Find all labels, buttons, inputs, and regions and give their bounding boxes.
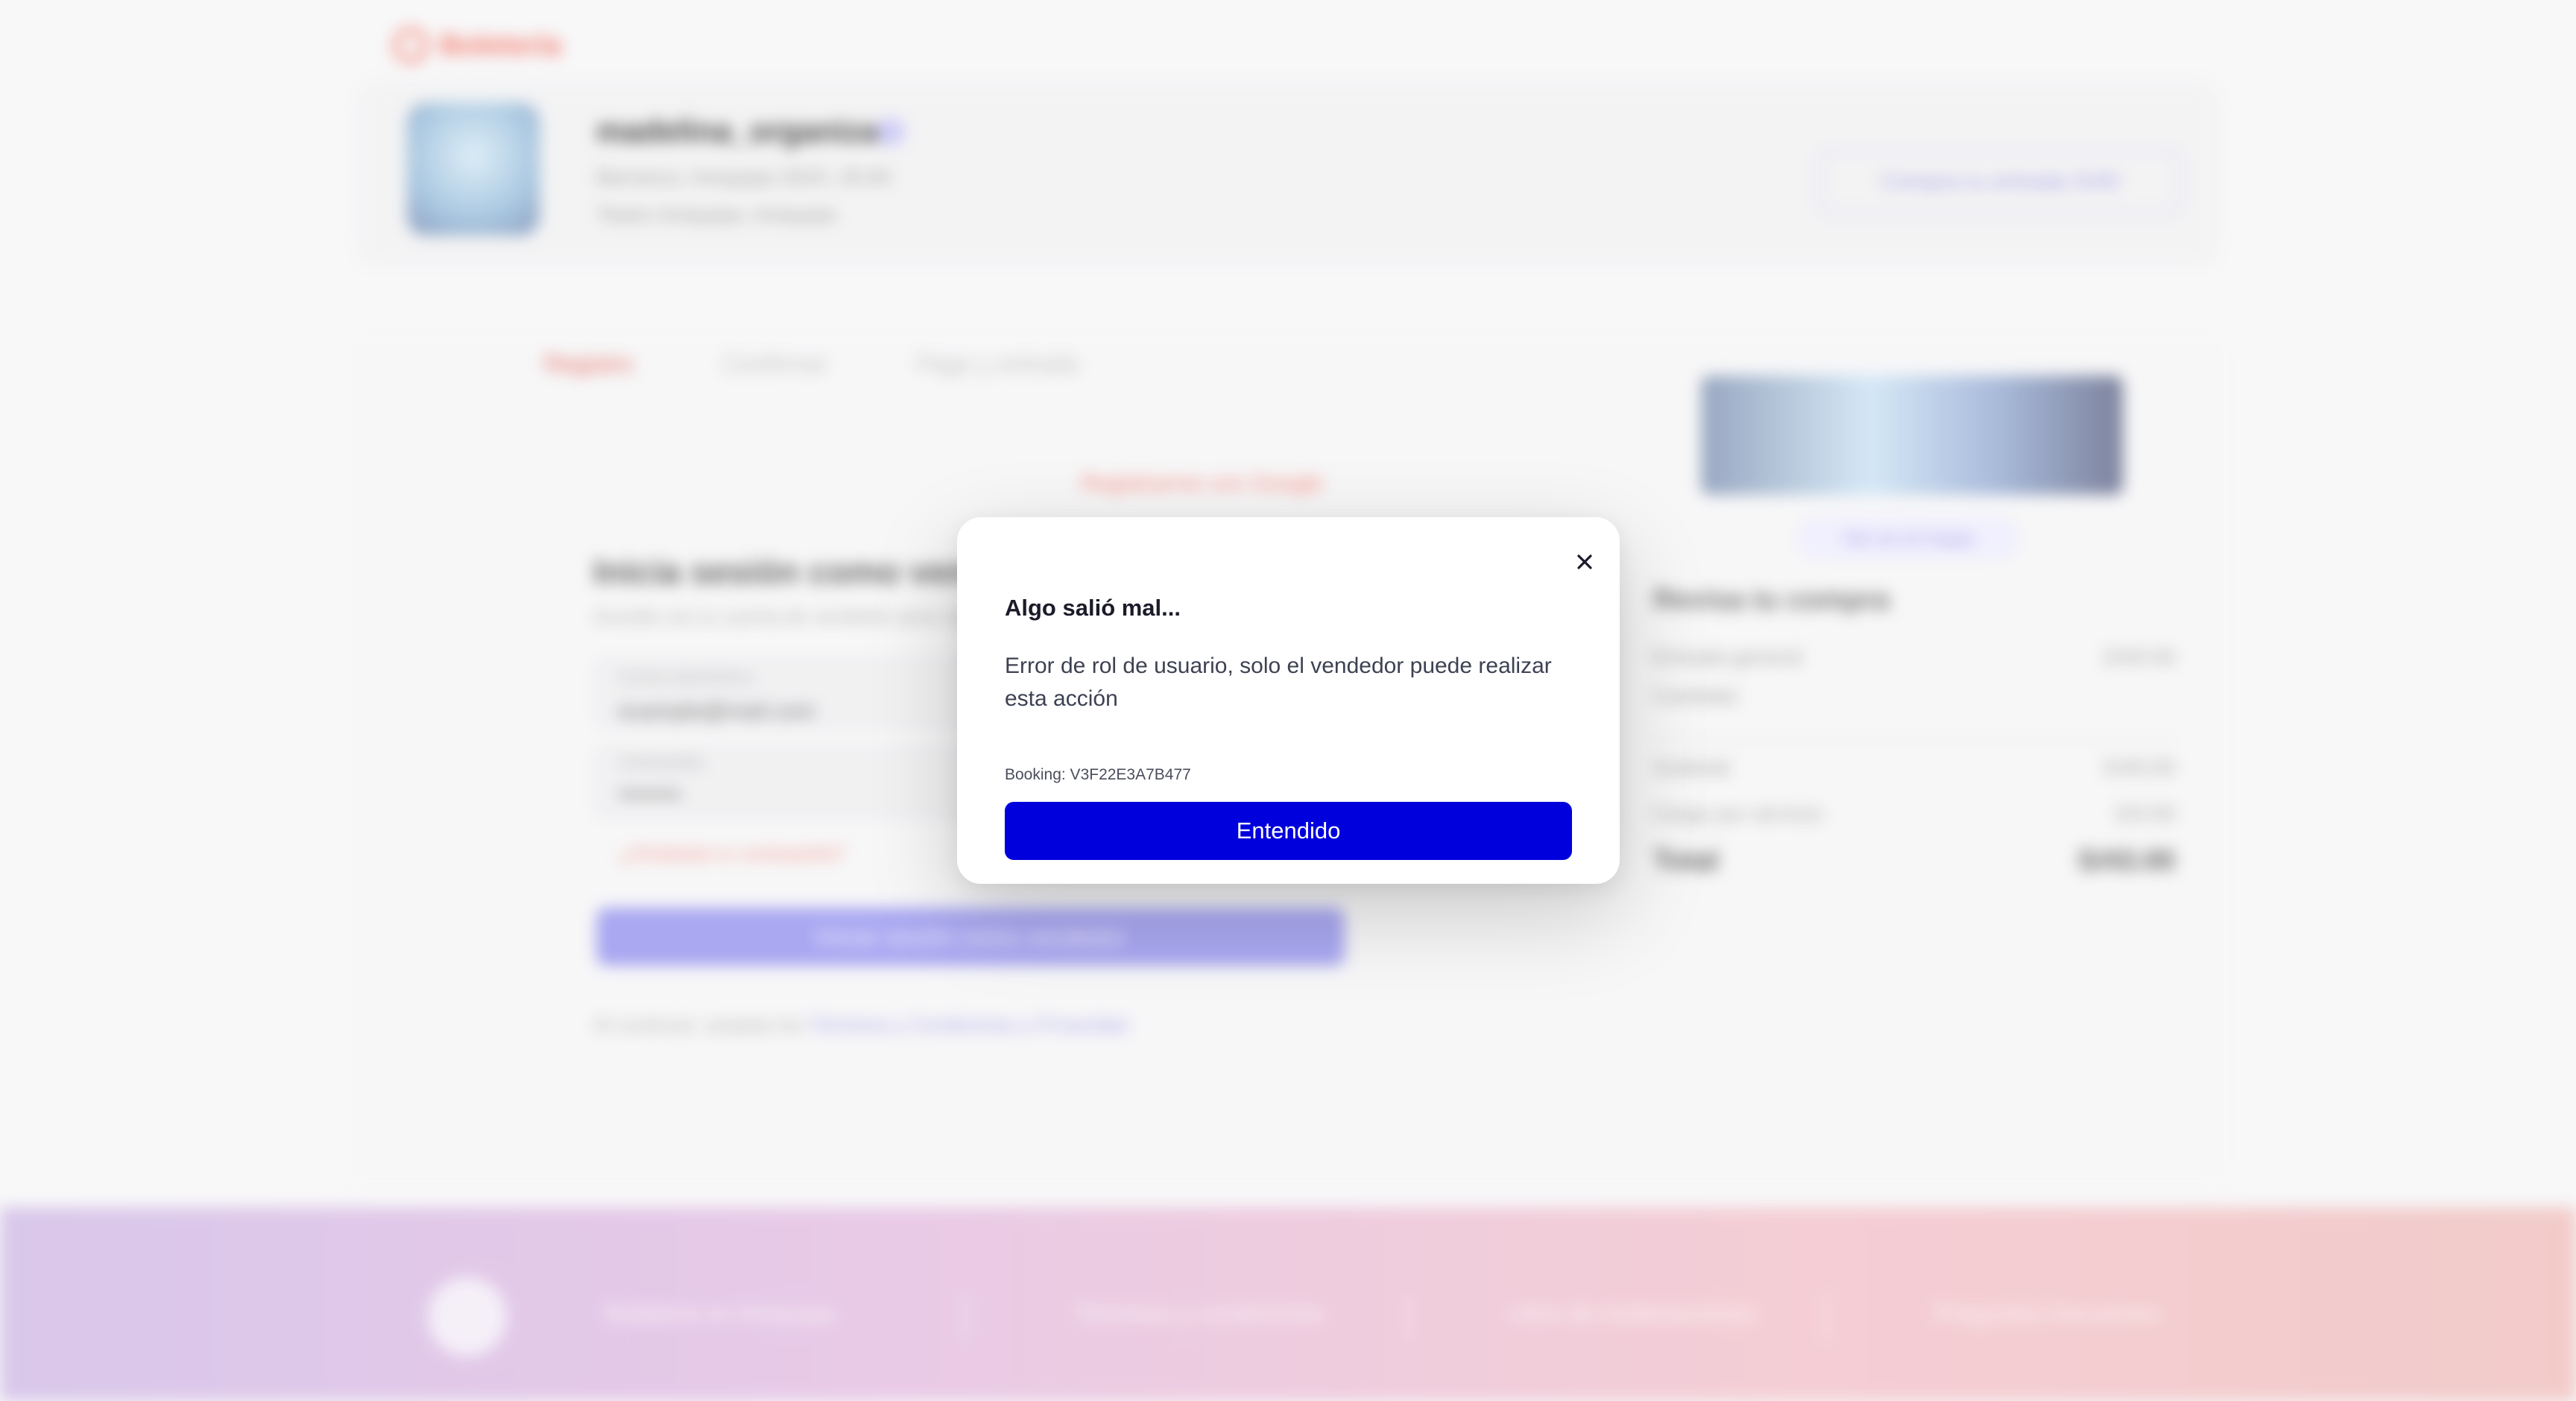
close-icon: [1577, 554, 1592, 569]
error-dialog: Algo salió mal... Error de rol de usuari…: [957, 517, 1620, 884]
booking-id: Booking: V3F22E3A7B477: [1005, 766, 1191, 783]
understood-button[interactable]: Entendido: [1005, 802, 1572, 860]
dialog-message: Error de rol de usuario, solo el vendedo…: [1005, 654, 1552, 711]
dialog-title: Algo salió mal...: [1005, 595, 1181, 621]
close-button[interactable]: [1570, 547, 1600, 577]
